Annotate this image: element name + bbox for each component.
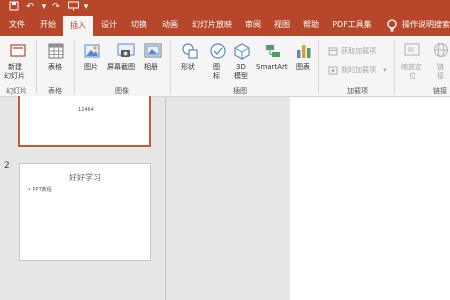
group-label-links: 链接	[433, 87, 447, 95]
icons-button-line1[interactable]: 图	[213, 63, 220, 72]
slide-canvas[interactable]	[290, 97, 450, 300]
slide-thumbnail-1[interactable]: 12464	[18, 96, 151, 147]
group-divider	[170, 40, 171, 94]
slide-1-text: 12464	[78, 107, 94, 113]
3d-model-button-line1[interactable]: 3D	[236, 63, 246, 72]
3d-model-button-line2[interactable]: 模型	[234, 72, 248, 81]
store-icon[interactable]	[328, 46, 338, 56]
tab-animations[interactable]: 动画	[155, 14, 185, 36]
chevron-down-icon[interactable]: ▾	[38, 1, 50, 13]
link-button-line1[interactable]: 链	[437, 63, 444, 72]
group-divider	[74, 40, 75, 94]
lightbulb-icon[interactable]	[385, 18, 399, 32]
tab-view[interactable]: 视图	[268, 14, 296, 36]
slide-thumbnail-2[interactable]: 好好学习 • PPT教程	[19, 163, 151, 261]
tell-me-search[interactable]: 操作说明搜索	[402, 14, 450, 36]
table-icon[interactable]	[46, 41, 66, 61]
ribbon-tabs: 文件 开始 插入 设计 切换 动画 幻灯片放映 审阅 视图 帮助 PDF工具集 …	[0, 14, 450, 36]
group-label-tables: 表格	[48, 87, 62, 95]
smartart-icon[interactable]	[263, 41, 283, 61]
present-icon[interactable]	[67, 1, 79, 13]
tab-home[interactable]: 开始	[34, 14, 62, 36]
group-divider	[36, 40, 37, 94]
3d-model-icon[interactable]	[232, 41, 252, 61]
screenshot-icon[interactable]	[115, 41, 137, 61]
slide-number-2: 2	[4, 161, 10, 171]
customize-qat-icon[interactable]: ▾	[80, 1, 92, 13]
shapes-icon[interactable]	[180, 41, 200, 61]
screenshot-button[interactable]: 屏幕截图	[107, 63, 135, 72]
globe-icon[interactable]	[432, 41, 450, 59]
new-slide-icon[interactable]	[8, 41, 28, 61]
tab-insert[interactable]: 插入	[63, 16, 93, 36]
shapes-button[interactable]: 形状	[181, 63, 195, 72]
picture-icon[interactable]	[82, 41, 102, 61]
new-slide-button-line2[interactable]: 幻灯片	[4, 72, 25, 81]
group-label-slides: 幻灯片	[6, 87, 27, 95]
group-label-illustrations: 插图	[233, 87, 247, 95]
tab-slideshow[interactable]: 幻灯片放映	[186, 14, 238, 36]
my-addins-icon[interactable]	[328, 65, 338, 75]
photo-album-icon[interactable]	[143, 41, 163, 61]
table-button[interactable]: 表格	[48, 63, 62, 72]
group-divider	[318, 40, 319, 94]
title-bar: ↶ ▾ ↷ ▾	[0, 0, 450, 14]
group-label-addins: 加载项	[347, 87, 368, 95]
chevron-down-icon[interactable]: ▾	[383, 66, 387, 75]
zoom-icon[interactable]	[403, 41, 421, 59]
redo-icon[interactable]: ↷	[50, 1, 62, 13]
editor-background	[166, 97, 290, 300]
zoom-button-line2[interactable]: 位	[409, 72, 416, 81]
chart-icon[interactable]	[294, 41, 314, 61]
tab-pdf-tools[interactable]: PDF工具集	[328, 14, 376, 36]
tab-review[interactable]: 审阅	[239, 14, 267, 36]
icons-button-line2[interactable]: 标	[213, 72, 220, 81]
icons-icon[interactable]	[208, 41, 228, 61]
undo-icon[interactable]: ↶	[24, 1, 36, 13]
save-icon[interactable]	[8, 1, 20, 13]
link-button-line2[interactable]: 接	[437, 72, 444, 81]
get-addins-button[interactable]: 获取加载项	[341, 47, 376, 56]
zoom-button-line1[interactable]: 缩放定	[401, 63, 422, 72]
slide-2-bullet: • PPT教程	[28, 187, 52, 193]
tab-design[interactable]: 设计	[95, 14, 123, 36]
slide-2-title: 好好学习	[69, 173, 101, 182]
ribbon: 新建 幻灯片 幻灯片 表格 表格 图片 屏幕截图 相册 图像 形状 图 标 3D…	[0, 36, 450, 97]
tab-transitions[interactable]: 切换	[124, 14, 154, 36]
tab-file[interactable]: 文件	[2, 14, 32, 36]
group-label-images: 图像	[115, 87, 129, 95]
photo-album-button[interactable]: 相册	[144, 63, 158, 72]
smartart-button[interactable]: SmartArt	[256, 63, 288, 72]
tab-help[interactable]: 帮助	[297, 14, 325, 36]
my-addins-button[interactable]: 我的加载项	[341, 66, 376, 75]
group-divider	[394, 40, 395, 94]
chart-button[interactable]: 图表	[296, 63, 310, 72]
pictures-button[interactable]: 图片	[84, 63, 98, 72]
new-slide-button-line1[interactable]: 新建	[8, 63, 22, 72]
